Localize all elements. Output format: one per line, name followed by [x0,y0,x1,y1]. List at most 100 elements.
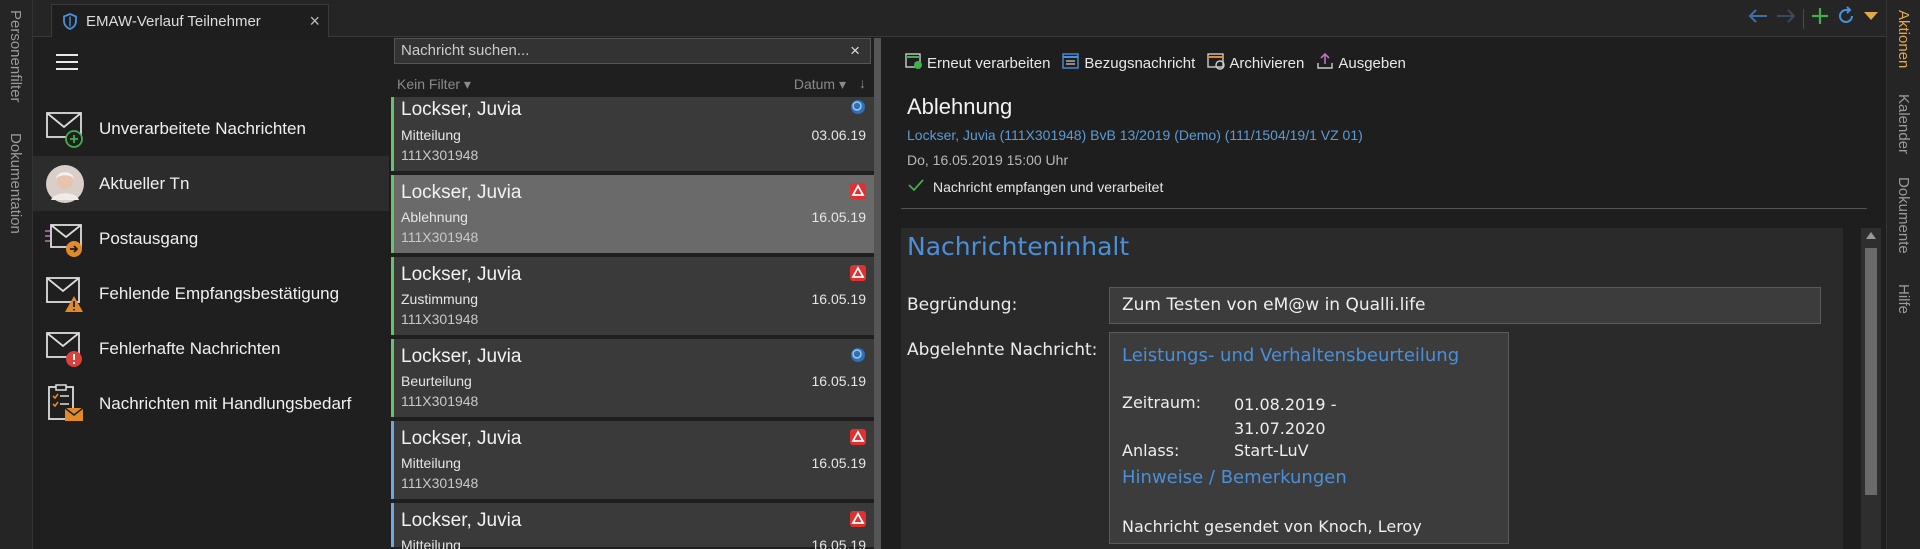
status-bar [391,175,394,253]
arrow-right-icon[interactable] [1775,7,1797,30]
sort-label: Datum [793,76,836,92]
sidebar-item-fehlende-empfangsbestaetigung[interactable]: Fehlende Empfangsbestätigung [33,266,389,321]
arrow-left-icon[interactable] [1747,7,1769,30]
message-sender: Lockser, Juvia [401,264,522,285]
sidebar-item-label: Unverarbeitete Nachrichten [99,118,306,138]
rail-tab-dokumentation[interactable]: Dokumentation [7,133,24,234]
globe-icon [850,347,866,363]
app-window: Personenfilter Dokumentation EMAW-Verlau… [0,0,1920,549]
toolbar-divider [1803,8,1804,29]
reference-message-icon [1062,52,1080,74]
status-bar [391,421,394,499]
message-content: Nachrichteninhalt Begründung: Zum Testen… [901,228,1843,549]
sidebar-nav: Unverarbeitete Nachrichten Aktueller Tn … [33,38,389,549]
list-item[interactable]: Lockser, Juvia Mitteilung 16.05.19 [391,503,874,549]
reference-message-label: Bezugsnachricht [1084,54,1196,72]
list-item[interactable]: Lockser, Juvia Beurteilung 111X301948 16… [391,339,874,419]
export-button[interactable]: Ausgeben [1316,52,1406,74]
message-date: Do, 16.05.2019 15:00 Uhr [907,152,1069,168]
filter-bar: Kein Filter ▾ Datum ▾ ↓ [391,72,874,96]
message-type: Mitteilung [401,455,461,471]
archive-label: Archivieren [1229,54,1305,72]
message-id: 111X301948 [401,311,479,327]
message-id: 111X301948 [401,147,479,163]
right-rail: Aktionen Kalender Dokumente Hilfe [1886,0,1920,549]
message-id: 111X301948 [401,475,479,491]
avatar [45,164,85,204]
sidebar-item-postausgang[interactable]: Postausgang [33,211,389,266]
clear-search-icon[interactable]: × [850,41,860,61]
ba-logo-icon [850,429,866,445]
search-input[interactable]: Nachricht suchen... × [394,38,871,64]
sidebar-item-unverarbeitete[interactable]: Unverarbeitete Nachrichten [33,101,389,156]
message-date: 16.05.19 [811,209,867,225]
refresh-icon[interactable] [1836,6,1856,31]
sender-line: Nachricht gesendet von Knoch, Leroy [1122,517,1422,536]
status-bar [391,339,394,417]
action-bar: Erneut verarbeiten Bezugsnachricht Archi… [905,52,1406,74]
sidebar-item-handlungsbedarf[interactable]: Nachrichten mit Handlungsbedarf [33,376,389,431]
message-sender: Lockser, Juvia [401,346,522,367]
outbox-icon [45,219,85,259]
list-item[interactable]: Lockser, Juvia Mitteilung 111X301948 16.… [391,421,874,501]
dropdown-icon[interactable] [1862,9,1880,28]
occasion-value: Start-LuV [1234,441,1309,460]
filter-dropdown[interactable]: Kein Filter ▾ [397,76,471,93]
mail-error-icon [45,329,85,369]
notes-heading: Hinweise / Bemerkungen [1122,467,1347,488]
shield-icon [62,12,78,30]
status-bar [391,97,394,171]
export-label: Ausgeben [1338,54,1406,72]
ba-logo-icon [850,265,866,281]
archive-button[interactable]: Archivieren [1207,52,1304,74]
detail-panel: Erneut verarbeiten Bezugsnachricht Archi… [883,38,1886,549]
sort-direction-icon[interactable]: ↓ [859,75,866,91]
status-bar [391,257,394,335]
content-scrollbar[interactable] [1861,228,1881,549]
rail-tab-kalender[interactable]: Kalender [1895,94,1912,154]
reprocess-label: Erneut verarbeiten [927,54,1051,72]
close-icon[interactable]: × [309,11,320,32]
check-icon [907,178,925,195]
message-date: 16.05.19 [811,455,867,471]
hamburger-menu-icon[interactable] [56,54,78,72]
scroll-up-icon[interactable] [1866,232,1876,239]
participant-link[interactable]: Lockser, Juvia (111X301948) BvB 13/2019 … [907,127,1363,143]
upload-icon [1316,52,1334,74]
reference-message-button[interactable]: Bezugsnachricht [1062,52,1195,74]
window-toolbar [1747,6,1880,31]
list-item[interactable]: Lockser, Juvia Zustimmung 111X301948 16.… [391,257,874,337]
rejected-message-label: Abgelehnte Nachricht: [907,340,1098,360]
rejected-message-heading: Leistungs- und Verhaltensbeurteilung [1122,345,1460,366]
add-icon[interactable] [1810,6,1830,31]
tab-emaw-verlauf[interactable]: EMAW-Verlauf Teilnehmer × [51,4,329,37]
sidebar-item-aktueller-tn[interactable]: Aktueller Tn [33,156,389,211]
message-type: Ablehnung [401,209,468,225]
message-sender: Lockser, Juvia [401,99,522,120]
sort-dropdown[interactable]: Datum ▾ [794,76,846,93]
reason-label: Begründung: [907,295,1018,315]
scrollbar-thumb[interactable] [1865,248,1877,495]
reprocess-icon [905,52,923,74]
message-date: 16.05.19 [811,373,867,389]
sidebar-item-fehlerhafte[interactable]: Fehlerhafte Nachrichten [33,321,389,376]
list-item[interactable]: Lockser, Juvia Ablehnung 111X301948 16.0… [391,175,874,255]
message-list-panel: Nachricht suchen... × Kein Filter ▾ Datu… [391,38,874,549]
message-type: Zustimmung [401,291,479,307]
rail-tab-hilfe[interactable]: Hilfe [1895,284,1912,314]
globe-icon [850,99,866,115]
archive-icon [1207,52,1226,74]
rejected-message-box: Leistungs- und Verhaltensbeurteilung Zei… [1109,332,1509,544]
panel-splitter[interactable] [874,38,881,549]
tab-strip: EMAW-Verlauf Teilnehmer × [33,0,1886,37]
message-sender: Lockser, Juvia [401,182,522,203]
list-item[interactable]: Lockser, Juvia Mitteilung 111X301948 03.… [391,97,874,173]
message-type: Mitteilung [401,127,461,143]
reprocess-button[interactable]: Erneut verarbeiten [905,52,1050,74]
period-label: Zeitraum: [1122,393,1202,412]
sidebar-item-label: Postausgang [99,228,199,248]
rail-tab-aktionen[interactable]: Aktionen [1895,10,1912,68]
rail-tab-personenfilter[interactable]: Personenfilter [7,10,24,103]
rail-tab-dokumente[interactable]: Dokumente [1895,177,1912,254]
message-date: 03.06.19 [811,127,867,143]
